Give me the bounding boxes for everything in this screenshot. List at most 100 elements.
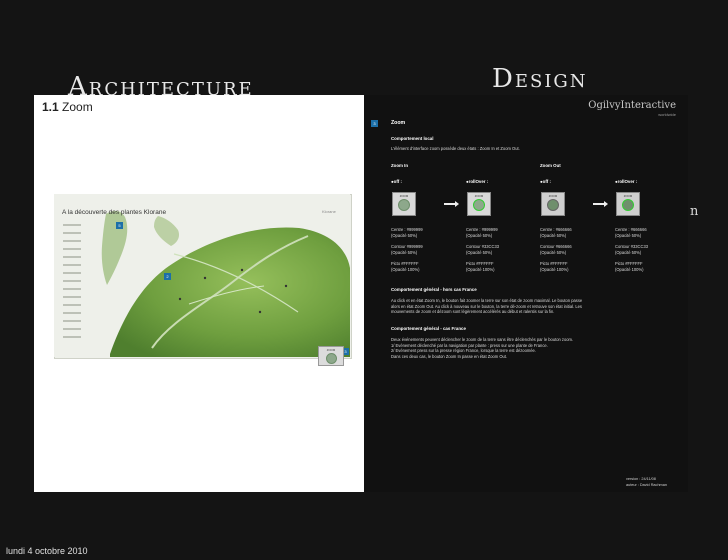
spec-line: Contour #999999 bbox=[391, 244, 423, 249]
left-panel: 1.1 Zoom A la découverte des plantes Klo… bbox=[34, 95, 362, 492]
transition-arrow-icon bbox=[593, 201, 608, 207]
local-behavior-title: Comportement local bbox=[391, 136, 434, 141]
zoom-icon bbox=[473, 199, 485, 211]
state-spec: Picto #FFFFFF (Opacité 100%) bbox=[391, 261, 419, 272]
spec-line: Picto #FFFFFF bbox=[615, 261, 643, 266]
brand-logo: OgilvyInteractive worldwide bbox=[588, 101, 676, 117]
zoom-icon bbox=[326, 353, 337, 364]
spec-line: Centre : #999999 bbox=[391, 227, 423, 232]
state-spec: Picto #FFFFFF (Opacité 100%) bbox=[615, 261, 643, 272]
version-info: version : 24/11/08 auteur : David Rachma… bbox=[626, 477, 667, 488]
map-logo: Klorane bbox=[322, 209, 336, 214]
spec-line: Centre : #666666 bbox=[540, 227, 572, 232]
plant-list-item[interactable] bbox=[63, 272, 81, 274]
zoom-in-label: Zoom In bbox=[391, 163, 409, 168]
zoom-button[interactable]: ZOOM bbox=[318, 346, 344, 366]
spec-line: (Opacité 100%) bbox=[466, 266, 495, 272]
spec-line: (Opacité 50%) bbox=[466, 232, 493, 238]
state-spec: Picto #FFFFFF (Opacité 100%) bbox=[466, 261, 494, 272]
spec-line: (Opacité 50%) bbox=[391, 249, 418, 255]
state-label: ●off : bbox=[540, 179, 551, 184]
spec-line: (Opacité 50%) bbox=[615, 232, 642, 238]
thumbnail-label: ZOOM bbox=[623, 194, 633, 198]
plant-list-item[interactable] bbox=[63, 232, 81, 234]
france-behavior-text: Deux événements peuvent déclencher le zo… bbox=[391, 337, 573, 359]
background-title-design: Design bbox=[492, 64, 588, 94]
state-label: ●rollOver : bbox=[615, 179, 638, 184]
state-label: ●off : bbox=[391, 179, 402, 184]
plant-list-item[interactable] bbox=[63, 288, 81, 290]
spec-line: Picto #FFFFFF bbox=[391, 261, 419, 266]
paragraph-line: Dans ces deux cas, le bouton Zoom In pas… bbox=[391, 353, 508, 359]
presentation-slide: 1.1 Zoom A la découverte des plantes Klo… bbox=[34, 95, 688, 492]
plant-list-item[interactable] bbox=[63, 248, 81, 250]
zoom-icon bbox=[547, 199, 559, 211]
spec-line: Picto #FFFFFF bbox=[540, 261, 568, 266]
state-spec: Contour #33CC33 (Opacité 50%) bbox=[466, 244, 499, 255]
state-spec: Contour #33CC33 (Opacité 50%) bbox=[615, 244, 648, 255]
spec-line: Centre : #999999 bbox=[466, 227, 498, 232]
plant-list-item[interactable] bbox=[63, 296, 81, 298]
plant-list-item[interactable] bbox=[63, 224, 81, 226]
state-spec: Centre : #666666 (Opacité 50%) bbox=[615, 227, 647, 238]
zoom-state-thumbnail: ZOOM bbox=[616, 192, 640, 216]
plant-list-item[interactable] bbox=[63, 328, 81, 330]
spec-line: (Opacité 50%) bbox=[391, 232, 418, 238]
state-label: ●rollOver : bbox=[466, 179, 489, 184]
zoom-icon bbox=[398, 199, 410, 211]
background-side-char: n bbox=[690, 204, 699, 219]
plant-list-item[interactable] bbox=[63, 312, 81, 314]
paragraph-line: Deux événements peuvent déclencher le zo… bbox=[391, 337, 574, 342]
section-heading: 1.1 Zoom bbox=[42, 100, 93, 114]
thumbnail-label: ZOOM bbox=[399, 194, 409, 198]
plant-list-item[interactable] bbox=[63, 240, 81, 242]
footer-date: lundi 4 octobre 2010 bbox=[6, 546, 88, 556]
annotation-badge: 5 bbox=[116, 222, 123, 229]
spec-line: (Opacité 100%) bbox=[540, 266, 569, 272]
spec-line: Picto #FFFFFF bbox=[466, 261, 494, 266]
zoom-state-thumbnail: ZOOM bbox=[467, 192, 491, 216]
brand-name: OgilvyInteractive bbox=[588, 100, 676, 111]
annotation-badge: 2 bbox=[164, 273, 171, 280]
state-spec: Picto #FFFFFF (Opacité 100%) bbox=[540, 261, 568, 272]
thumbnail-label: ZOOM bbox=[474, 194, 484, 198]
spec-line: Contour #666666 bbox=[540, 244, 572, 249]
state-spec: Contour #999999 (Opacité 50%) bbox=[391, 244, 423, 255]
spec-line: (Opacité 50%) bbox=[540, 249, 567, 255]
brand-subtitle: worldwide bbox=[658, 112, 676, 117]
section-title: Zoom bbox=[62, 100, 93, 114]
general-behavior-title: Comportement général - hors cas France bbox=[391, 287, 477, 292]
zoom-state-thumbnail: ZOOM bbox=[392, 192, 416, 216]
author-line: auteur : David Rachman bbox=[626, 482, 667, 487]
paragraph-line: mouvements de zoom et dézoom sont légère… bbox=[391, 309, 555, 314]
section-badge: 3 bbox=[371, 120, 378, 127]
transition-arrow-icon bbox=[444, 201, 459, 207]
plant-list-item[interactable] bbox=[63, 304, 81, 306]
state-spec: Centre : #999999 (Opacité 50%) bbox=[391, 227, 423, 238]
map-title: A la découverte des plantes Klorane bbox=[62, 209, 167, 216]
general-behavior-text: Au click et en état Zoom In, le bouton f… bbox=[391, 298, 582, 315]
plant-list-item[interactable] bbox=[63, 280, 81, 282]
world-map-illustration bbox=[54, 194, 350, 357]
spec-line: (Opacité 50%) bbox=[615, 249, 642, 255]
thumbnail-label: ZOOM bbox=[548, 194, 558, 198]
zoom-icon bbox=[622, 199, 634, 211]
france-behavior-title: Comportement général - cas France bbox=[391, 326, 466, 331]
spec-line: Contour #33CC33 bbox=[466, 244, 499, 249]
plant-list-item[interactable] bbox=[63, 264, 81, 266]
zoom-state-thumbnail: ZOOM bbox=[541, 192, 565, 216]
zoom-out-label: Zoom Out bbox=[540, 163, 561, 168]
state-spec: Centre : #999999 (Opacité 50%) bbox=[466, 227, 498, 238]
local-behavior-text: L'élément d'interface zoom possède deux … bbox=[391, 146, 520, 151]
plant-list-item[interactable] bbox=[63, 256, 81, 258]
spec-line: (Opacité 100%) bbox=[391, 266, 420, 272]
right-section-title: Zoom bbox=[391, 120, 406, 126]
paragraph-line: Au click et en état Zoom In, le bouton f… bbox=[391, 298, 583, 303]
plant-list-item[interactable] bbox=[63, 336, 81, 338]
spec-line: Centre : #666666 bbox=[615, 227, 647, 232]
spec-line: (Opacité 50%) bbox=[466, 249, 493, 255]
state-spec: Contour #666666 (Opacité 50%) bbox=[540, 244, 572, 255]
plant-list-item[interactable] bbox=[63, 320, 81, 322]
zoom-button-label: ZOOM bbox=[326, 348, 336, 352]
state-spec: Centre : #666666 (Opacité 50%) bbox=[540, 227, 572, 238]
